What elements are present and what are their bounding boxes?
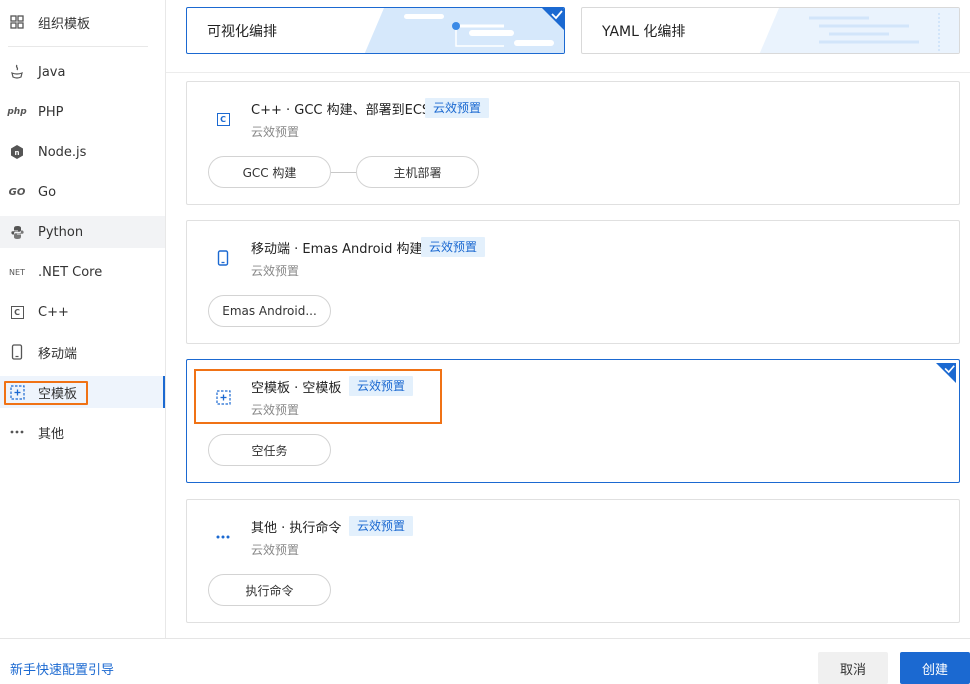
step-pill: GCC 构建 xyxy=(208,156,331,188)
cancel-button[interactable]: 取消 xyxy=(818,652,888,684)
step-connector xyxy=(331,172,356,173)
cpp-icon: C xyxy=(214,110,232,128)
go-icon: GO xyxy=(8,186,26,198)
sidebar-item-nodejs[interactable]: n Node.js xyxy=(0,136,165,168)
sidebar-divider xyxy=(8,46,148,47)
step-pill: 主机部署 xyxy=(356,156,479,188)
template-subtitle: 云效预置 xyxy=(251,403,300,417)
template-list-area: 可视化编排 YAML 化编排 C C++ · GCC 构建、部署到ECS 云效预… xyxy=(166,0,970,638)
svg-text:n: n xyxy=(15,149,20,157)
create-button[interactable]: 创建 xyxy=(900,652,970,684)
php-icon: php xyxy=(7,107,27,117)
template-title: 空模板 · 空模板 xyxy=(251,381,342,396)
sidebar-item-label: Node.js xyxy=(38,144,87,160)
sidebar-item-label: C++ xyxy=(38,304,69,320)
empty-template-icon xyxy=(8,383,26,401)
visual-illustration xyxy=(364,8,564,53)
dotnet-icon: NET xyxy=(9,267,25,277)
template-card-cpp-gcc[interactable]: C C++ · GCC 构建、部署到ECS 云效预置 云效预置 GCC 构建 主… xyxy=(186,81,960,205)
preset-badge: 云效预置 xyxy=(421,237,486,257)
step-pill: Emas Android... xyxy=(208,295,331,327)
template-category-sidebar: 组织模板 Java php PHP n Node.js GO Go Python… xyxy=(0,0,166,638)
sidebar-item-label: 其他 xyxy=(38,426,65,442)
mobile-icon xyxy=(8,343,26,361)
sidebar-item-java[interactable]: Java xyxy=(0,56,165,88)
selected-corner-check-icon xyxy=(936,363,956,383)
template-card-empty[interactable]: 空模板 · 空模板 云效预置 云效预置 空任务 xyxy=(186,359,960,483)
preset-badge: 云效预置 xyxy=(349,376,414,396)
step-pill: 空任务 xyxy=(208,434,331,466)
sidebar-item-python[interactable]: Python xyxy=(0,216,165,248)
dialog-footer: 新手快速配置引导 取消 创建 xyxy=(0,638,970,684)
quick-setup-guide-link[interactable]: 新手快速配置引导 xyxy=(10,659,114,678)
step-pill: 执行命令 xyxy=(208,574,331,606)
mode-yaml-card[interactable]: YAML 化编排 xyxy=(581,7,960,54)
mode-yaml-label: YAML 化编排 xyxy=(602,23,686,40)
sidebar-item-label: 移动端 xyxy=(38,346,78,362)
template-title: C++ · GCC 构建、部署到ECS xyxy=(251,103,431,118)
sidebar-item-empty-template[interactable]: 空模板 xyxy=(0,376,165,408)
template-title: 其他 · 执行命令 xyxy=(251,521,342,536)
sidebar-item-php[interactable]: php PHP xyxy=(0,96,165,128)
sidebar-item-dotnet[interactable]: NET .NET Core xyxy=(0,256,165,288)
more-icon xyxy=(214,528,232,546)
python-icon xyxy=(8,223,26,241)
template-title: 移动端 · Emas Android 构建 xyxy=(251,242,423,257)
yaml-illustration xyxy=(759,8,959,53)
template-subtitle: 云效预置 xyxy=(251,125,300,139)
sidebar-item-label: 空模板 xyxy=(38,386,78,402)
sidebar-item-go[interactable]: GO Go xyxy=(0,176,165,208)
mode-visual-label: 可视化编排 xyxy=(207,23,277,40)
cpp-icon: C xyxy=(8,303,26,321)
mode-visual-card[interactable]: 可视化编排 xyxy=(186,7,565,54)
java-icon xyxy=(8,63,26,81)
sidebar-item-mobile[interactable]: 移动端 xyxy=(0,336,165,368)
mobile-icon xyxy=(214,249,232,267)
sidebar-item-label: Go xyxy=(38,184,57,200)
sidebar-item-other[interactable]: 其他 xyxy=(0,416,165,448)
section-divider xyxy=(166,72,970,73)
sidebar-item-label: 组织模板 xyxy=(38,16,91,32)
sidebar-item-label: PHP xyxy=(38,104,64,120)
preset-badge: 云效预置 xyxy=(425,98,490,118)
sidebar-item-org-templates[interactable]: 组织模板 xyxy=(0,6,165,38)
template-card-other-command[interactable]: 其他 · 执行命令 云效预置 云效预置 执行命令 xyxy=(186,499,960,623)
nodejs-icon: n xyxy=(8,143,26,161)
template-card-mobile-emas[interactable]: 移动端 · Emas Android 构建 云效预置 云效预置 Emas And… xyxy=(186,220,960,344)
sidebar-item-cpp[interactable]: C C++ xyxy=(0,296,165,328)
empty-template-icon xyxy=(214,388,232,406)
sidebar-item-label: .NET Core xyxy=(38,264,103,280)
more-icon xyxy=(8,423,26,441)
template-subtitle: 云效预置 xyxy=(251,264,300,278)
selected-corner-check-icon xyxy=(542,8,564,30)
sidebar-item-label: Python xyxy=(38,224,84,240)
sidebar-item-label: Java xyxy=(38,64,66,80)
template-subtitle: 云效预置 xyxy=(251,543,300,557)
grid-icon xyxy=(8,13,26,31)
preset-badge: 云效预置 xyxy=(349,516,414,536)
